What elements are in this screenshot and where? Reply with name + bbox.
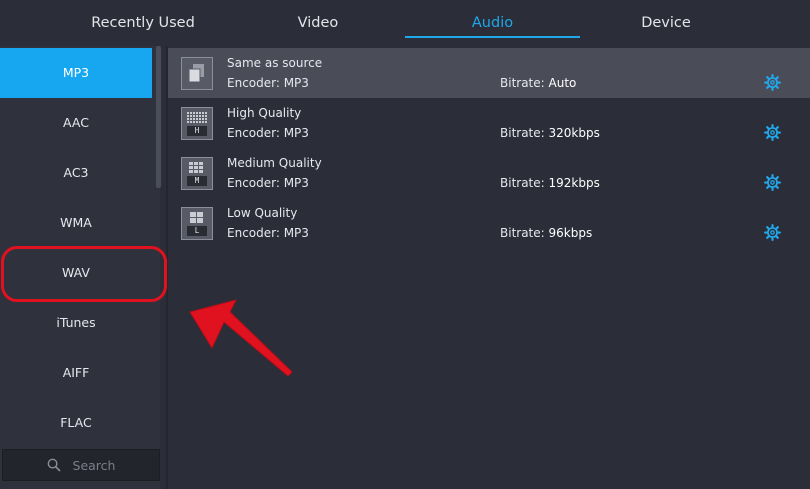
tab-device[interactable]: Device bbox=[580, 0, 752, 46]
quality-high-icon: H bbox=[181, 107, 213, 140]
tab-audio[interactable]: Audio bbox=[405, 0, 580, 46]
sidebar-item-flac[interactable]: FLAC bbox=[0, 398, 152, 448]
preset-list: Same as source Encoder: MP3 Bitrate: Aut… bbox=[168, 46, 810, 489]
preset-row-high-quality[interactable]: H High Quality Encoder: MP3 Bitrate: 320… bbox=[168, 98, 810, 148]
preset-row-same-as-source[interactable]: Same as source Encoder: MP3 Bitrate: Aut… bbox=[168, 48, 810, 98]
sidebar-item-aac[interactable]: AAC bbox=[0, 98, 152, 148]
preset-bitrate: Bitrate: 192kbps bbox=[500, 176, 600, 190]
preset-encoder: Encoder: MP3 bbox=[227, 176, 309, 190]
preset-row-medium-quality[interactable]: M Medium Quality Encoder: MP3 Bitrate: 1… bbox=[168, 148, 810, 198]
sidebar-scrollbar[interactable] bbox=[156, 46, 161, 188]
quality-low-icon: L bbox=[181, 207, 213, 240]
sidebar-item-ac3[interactable]: AC3 bbox=[0, 148, 152, 198]
quality-medium-icon: M bbox=[181, 157, 213, 190]
quality-letter: H bbox=[187, 126, 207, 136]
preset-bitrate: Bitrate: 320kbps bbox=[500, 126, 600, 140]
settings-gear-icon[interactable] bbox=[764, 74, 781, 91]
active-tab-indicator bbox=[405, 36, 580, 38]
preset-name: Medium Quality bbox=[227, 156, 322, 170]
search-placeholder: Search bbox=[72, 457, 116, 473]
preset-row-low-quality[interactable]: L Low Quality Encoder: MP3 Bitrate: 96kb… bbox=[168, 198, 810, 248]
settings-gear-icon[interactable] bbox=[764, 174, 781, 191]
sidebar-item-mp3[interactable]: MP3 bbox=[0, 48, 152, 98]
sidebar-item-aiff[interactable]: AIFF bbox=[0, 348, 152, 398]
tab-recently-used[interactable]: Recently Used bbox=[55, 0, 231, 46]
preset-name: High Quality bbox=[227, 106, 302, 120]
format-search-box[interactable]: Search bbox=[2, 449, 160, 481]
preset-encoder: Encoder: MP3 bbox=[227, 126, 309, 140]
quality-letter: L bbox=[187, 226, 207, 236]
copy-icon bbox=[181, 57, 213, 90]
search-icon bbox=[47, 458, 61, 472]
preset-encoder: Encoder: MP3 bbox=[227, 226, 309, 240]
preset-bitrate: Bitrate: Auto bbox=[500, 76, 577, 90]
preset-encoder: Encoder: MP3 bbox=[227, 76, 309, 90]
preset-bitrate: Bitrate: 96kbps bbox=[500, 226, 593, 240]
preset-name: Same as source bbox=[227, 56, 323, 70]
sidebar-item-wma[interactable]: WMA bbox=[0, 198, 152, 248]
settings-gear-icon[interactable] bbox=[764, 124, 781, 141]
tab-video[interactable]: Video bbox=[230, 0, 406, 46]
annotation-highlight-circle bbox=[1, 246, 167, 302]
sidebar-item-itunes[interactable]: iTunes bbox=[0, 298, 152, 348]
format-category-tabs: Recently Used Video Audio Device bbox=[0, 0, 810, 46]
settings-gear-icon[interactable] bbox=[764, 224, 781, 241]
annotation-arrow bbox=[189, 299, 293, 377]
preset-name: Low Quality bbox=[227, 206, 298, 220]
quality-letter: M bbox=[187, 176, 207, 186]
